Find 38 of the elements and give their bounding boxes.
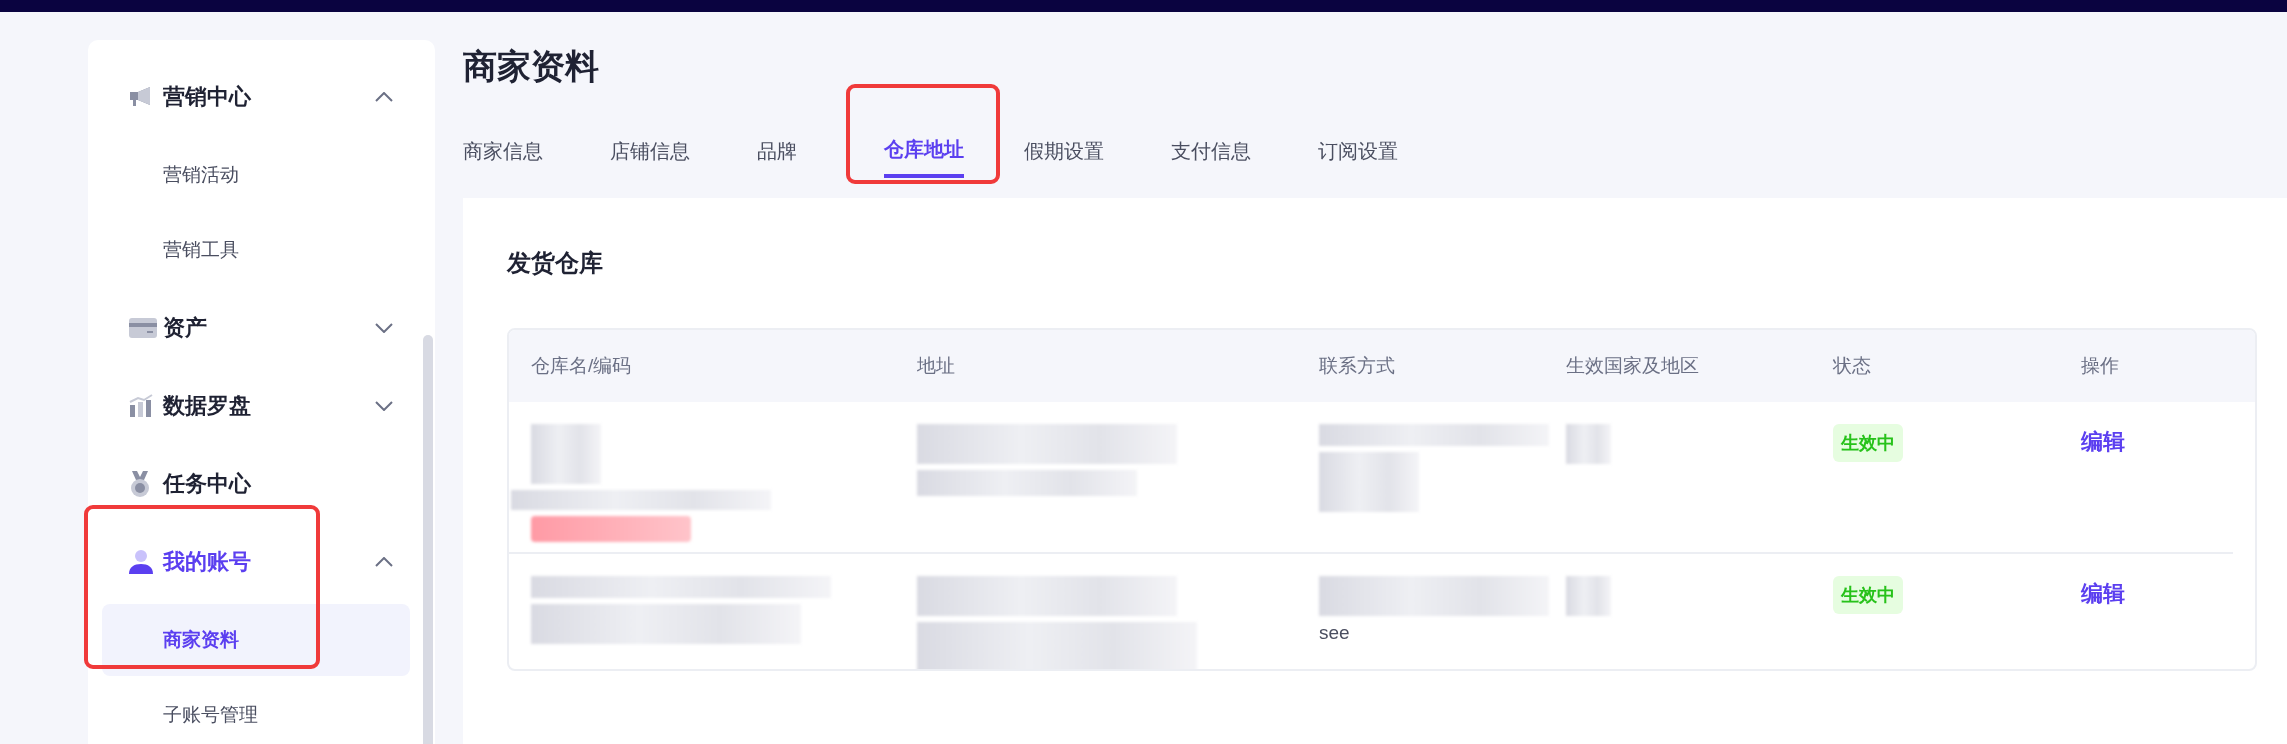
sidebar-item[interactable]: 我的账号 xyxy=(128,547,251,577)
section-title: 发货仓库 xyxy=(507,248,604,278)
chevron-down-icon xyxy=(375,401,393,411)
sidebar-subitem[interactable]: 子账号管理 xyxy=(102,679,410,744)
column-header: 生效国家及地区 xyxy=(1566,354,1700,378)
tab[interactable]: 品牌 xyxy=(757,124,797,178)
sidebar-item[interactable]: 数据罗盘 xyxy=(128,391,251,421)
column-header: 操作 xyxy=(2081,354,2120,378)
status-badge: 生效中 xyxy=(1833,424,1903,462)
sidebar-item[interactable]: 资产 xyxy=(128,313,207,343)
sidebar-item[interactable]: 营销中心 xyxy=(128,82,251,112)
contact-text: see xyxy=(1319,622,1351,644)
column-header: 状态 xyxy=(1833,354,1872,378)
status-badge: 生效中 xyxy=(1833,576,1903,614)
chevron-up-icon xyxy=(375,557,393,567)
sidebar-item[interactable]: 任务中心 xyxy=(128,469,251,499)
card-icon xyxy=(128,317,158,339)
edit-link[interactable]: 编辑 xyxy=(2081,579,2125,609)
page-title: 商家资料 xyxy=(463,46,600,87)
user-icon xyxy=(128,549,154,575)
column-header: 仓库名/编码 xyxy=(531,354,633,378)
sidebar-subitem[interactable]: 营销工具 xyxy=(102,214,410,286)
tab[interactable]: 订阅设置 xyxy=(1318,124,1398,178)
tab[interactable]: 商家信息 xyxy=(463,124,543,178)
chevron-down-icon xyxy=(375,323,393,333)
tab[interactable]: 仓库地址 xyxy=(884,124,964,178)
column-header: 地址 xyxy=(917,354,956,378)
bar-chart-icon xyxy=(128,393,154,419)
medal-icon xyxy=(128,470,152,498)
edit-link[interactable]: 编辑 xyxy=(2081,427,2125,457)
tab[interactable]: 假期设置 xyxy=(1024,124,1104,178)
column-header: 联系方式 xyxy=(1319,354,1396,378)
sidebar-subitem[interactable]: 营销活动 xyxy=(102,139,410,211)
tab[interactable]: 支付信息 xyxy=(1171,124,1251,178)
tab[interactable]: 店铺信息 xyxy=(610,124,690,178)
chevron-up-icon xyxy=(375,92,393,102)
scrollbar[interactable] xyxy=(423,335,433,744)
sidebar-subitem[interactable]: 商家资料 xyxy=(102,604,410,676)
